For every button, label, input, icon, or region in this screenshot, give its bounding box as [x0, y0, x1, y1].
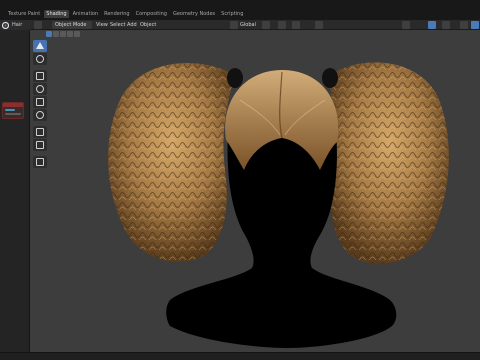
pivot-icon[interactable]	[262, 21, 270, 29]
mode-dropdown[interactable]: Object Mode	[52, 21, 92, 29]
visibility-icon[interactable]	[402, 21, 410, 29]
select-intersect-icon[interactable]	[74, 31, 80, 37]
scale-icon	[36, 98, 44, 106]
status-bar	[0, 352, 480, 360]
menu-view[interactable]: View	[96, 21, 108, 29]
proportional-falloff-icon[interactable]	[315, 21, 323, 29]
proportional-edit-icon[interactable]	[292, 21, 300, 29]
outliner-header: Hair	[0, 20, 30, 30]
workspace-tabs: Texture Paint Shading Animation Renderin…	[6, 10, 245, 18]
menu-select[interactable]: Select	[110, 21, 125, 29]
tab-scripting[interactable]: Scripting	[219, 10, 245, 18]
overlay-icon[interactable]	[442, 21, 450, 29]
tool-shelf	[33, 40, 47, 168]
left-hair-tie	[227, 68, 243, 88]
rotate-icon	[36, 85, 44, 93]
tab-animation[interactable]: Animation	[71, 10, 101, 18]
selection-mode-buttons	[46, 31, 80, 37]
xray-icon[interactable]	[460, 21, 468, 29]
left-pigtail	[108, 63, 235, 262]
orientation-dropdown[interactable]: Global	[240, 21, 256, 29]
menu-object[interactable]: Object	[140, 21, 156, 29]
workspace-bar: Texture Paint Shading Animation Renderin…	[0, 0, 480, 20]
right-pigtail	[330, 62, 449, 264]
tab-shading[interactable]: Shading	[44, 10, 69, 18]
node-socket	[5, 109, 15, 111]
tab-texture-paint[interactable]: Texture Paint	[6, 10, 42, 18]
node-thumbnail[interactable]	[2, 102, 24, 119]
measure-icon	[36, 141, 44, 149]
select-invert-icon[interactable]	[67, 31, 73, 37]
add-cube-icon	[36, 158, 44, 166]
right-hair-tie	[322, 68, 338, 88]
outliner-panel: Hair	[0, 20, 30, 360]
orientation-icon[interactable]	[230, 21, 238, 29]
select-new-icon[interactable]	[46, 31, 52, 37]
cursor-tool[interactable]	[33, 40, 47, 52]
gizmo-icon[interactable]	[428, 21, 436, 29]
scale-tool[interactable]	[33, 96, 47, 108]
add-cube-tool[interactable]	[33, 156, 47, 168]
mode-label: Object Mode	[55, 22, 87, 28]
transform-tool[interactable]	[33, 109, 47, 121]
menu-add[interactable]: Add	[127, 21, 137, 29]
object-name-label: Hair	[12, 22, 23, 28]
select-extend-icon[interactable]	[53, 31, 59, 37]
annotate-icon	[36, 128, 44, 136]
select-subtract-icon[interactable]	[60, 31, 66, 37]
shading-solid-icon[interactable]	[471, 21, 479, 29]
measure-tool[interactable]	[33, 139, 47, 151]
node-header	[3, 103, 23, 107]
select-circle-tool[interactable]	[33, 53, 47, 65]
snap-icon[interactable]	[278, 21, 286, 29]
move-icon	[36, 72, 44, 80]
rotate-tool[interactable]	[33, 83, 47, 95]
blender-logo-icon[interactable]	[1, 21, 9, 29]
node-socket	[5, 113, 21, 115]
move-tool[interactable]	[33, 70, 47, 82]
annotate-tool[interactable]	[33, 126, 47, 138]
3d-viewport[interactable]	[30, 30, 480, 352]
transform-icon	[36, 111, 44, 119]
tab-geometry-nodes[interactable]: Geometry Nodes	[171, 10, 217, 18]
tab-rendering[interactable]: Rendering	[102, 10, 132, 18]
cursor-icon	[36, 42, 44, 49]
hair-render-image	[108, 62, 449, 348]
select-circle-icon	[36, 55, 44, 63]
viewport-header: Object Mode View Select Add Object Globa…	[30, 20, 480, 30]
editor-type-icon[interactable]	[34, 21, 42, 29]
tab-compositing[interactable]: Compositing	[134, 10, 169, 18]
